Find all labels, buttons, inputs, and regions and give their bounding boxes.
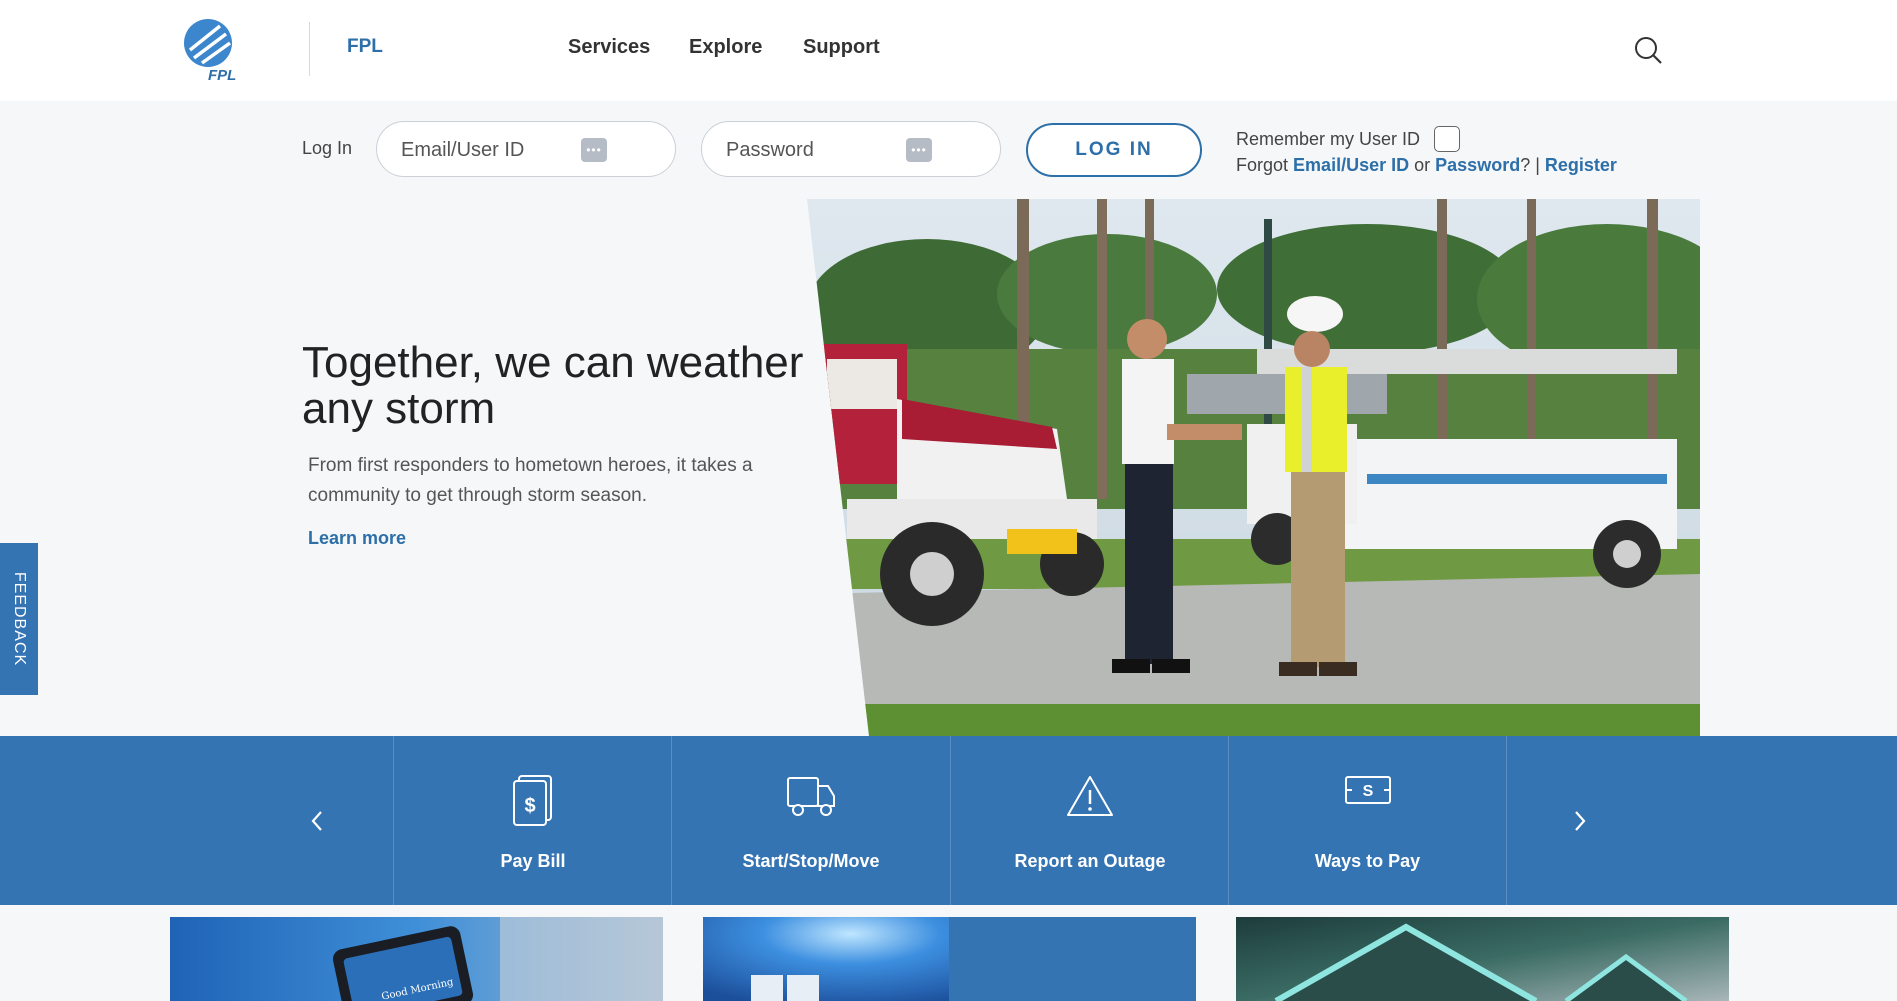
logo-text: FPL: [208, 67, 236, 82]
site-header: FPL FPL Services Explore Support: [0, 0, 1897, 101]
cash-icon: S: [1344, 776, 1391, 804]
promo-card-home[interactable]: [1236, 917, 1729, 1001]
svg-text:$: $: [524, 795, 535, 817]
prev-arrow[interactable]: [287, 736, 347, 905]
autofill-dots-icon[interactable]: •••: [906, 138, 932, 162]
autofill-dots-icon[interactable]: •••: [581, 138, 607, 162]
hero-image: [807, 199, 1700, 736]
search-icon[interactable]: [1632, 34, 1664, 66]
action-pay-bill[interactable]: $ Pay Bill: [393, 736, 672, 905]
action-report-outage[interactable]: Report an Outage: [950, 736, 1229, 905]
forgot-or: or: [1414, 155, 1431, 175]
action-label: Start/Stop/Move: [742, 851, 880, 871]
nav-explore[interactable]: Explore: [689, 36, 762, 59]
bill-dollar-icon: $: [513, 775, 552, 826]
brand-name[interactable]: FPL: [347, 36, 383, 58]
forgot-prefix: Forgot: [1236, 155, 1289, 175]
forgot-suffix: ? |: [1520, 155, 1540, 175]
promo-card-app[interactable]: Good Morning: [170, 917, 663, 1001]
warning-icon: [1067, 776, 1113, 816]
chevron-right-icon: [1575, 810, 1586, 831]
password-input[interactable]: [726, 136, 906, 164]
hero-description: From first responders to hometown heroes…: [308, 455, 753, 506]
learn-more-link[interactable]: Learn more: [308, 528, 406, 549]
action-start-stop-move[interactable]: Start/Stop/Move: [671, 736, 950, 905]
truck-icon: [787, 777, 835, 816]
login-button[interactable]: LOG IN: [1026, 123, 1202, 177]
email-field[interactable]: •••: [376, 121, 676, 177]
next-arrow[interactable]: [1550, 736, 1610, 905]
login-label: Log In: [302, 138, 353, 158]
email-input[interactable]: [401, 136, 581, 164]
nav-support[interactable]: Support: [803, 36, 880, 59]
action-label: Ways to Pay: [1314, 851, 1421, 871]
forgot-password-link[interactable]: Password: [1435, 155, 1520, 175]
action-label: Pay Bill: [500, 851, 566, 871]
promo-card-tech[interactable]: [703, 917, 1196, 1001]
nav-services[interactable]: Services: [568, 36, 650, 59]
hero-title: Together, we can weather any storm: [302, 338, 804, 433]
forgot-line: Forgot Email/User ID or Password? | Regi…: [1236, 155, 1617, 176]
feedback-tab[interactable]: FEEDBACK: [0, 543, 38, 695]
feedback-label: FEEDBACK: [11, 571, 28, 667]
forgot-email-link[interactable]: Email/User ID: [1293, 155, 1409, 175]
chevron-left-icon: [311, 810, 322, 831]
remember-checkbox[interactable]: [1434, 126, 1460, 152]
header-divider: [309, 22, 310, 76]
register-link[interactable]: Register: [1545, 155, 1617, 175]
fpl-logo[interactable]: FPL: [182, 16, 262, 82]
password-field[interactable]: •••: [701, 121, 1001, 177]
remember-label: Remember my User ID: [1236, 129, 1421, 149]
svg-text:S: S: [1362, 783, 1373, 800]
quick-actions-bar: $ Pay Bill Start/Stop/Move Report an Out…: [0, 736, 1897, 905]
action-label: Report an Outage: [1014, 851, 1166, 871]
action-ways-to-pay[interactable]: S Ways to Pay: [1228, 736, 1507, 905]
